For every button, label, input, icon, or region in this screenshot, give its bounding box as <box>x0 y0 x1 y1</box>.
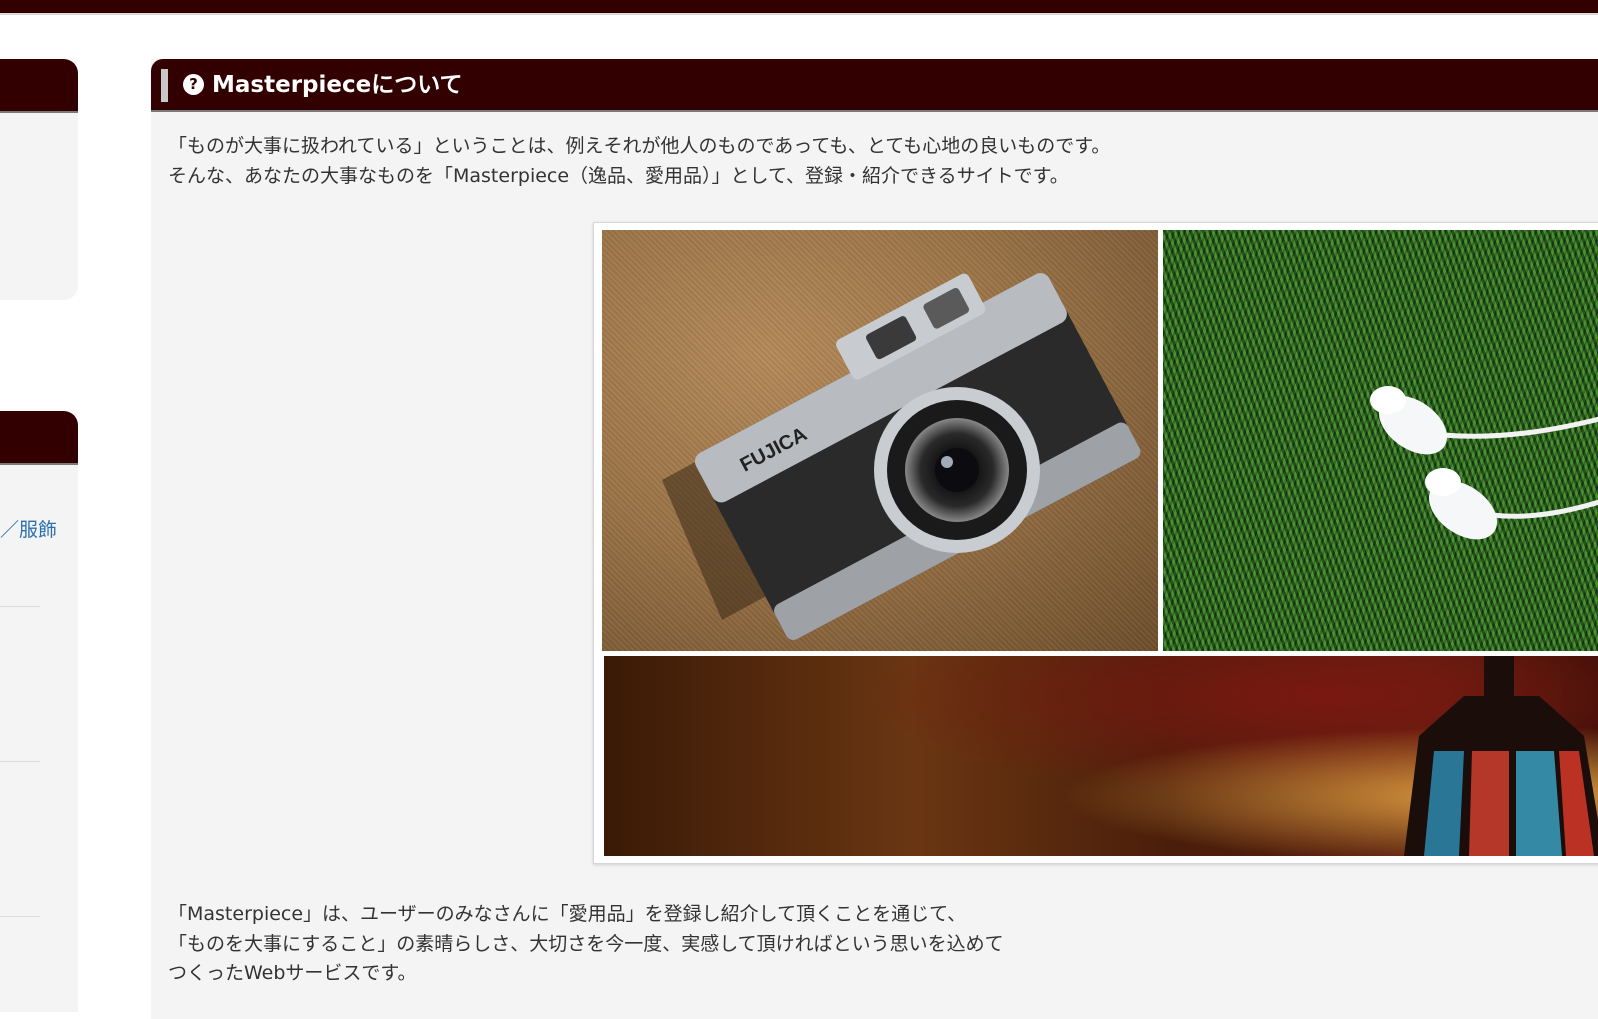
description-line: 「ものを大事にすること」の素晴らしさ、大切さを今一度、実感して頂ければという思い… <box>168 932 1004 955</box>
sidebar-divider <box>0 606 40 607</box>
earphones-illustration <box>1370 386 1598 540</box>
description-paragraph: 「Masterpiece」は、ユーザーのみなさんに「愛用品」を登録し紹介して頂く… <box>168 900 1004 989</box>
lantern-illustration <box>1404 656 1598 856</box>
sidebar-widget-1 <box>0 59 78 300</box>
intro-line: 「ものが大事に扱われている」ということは、例えそれが他人のものであっても、とても… <box>168 135 1111 157</box>
page-title: Masterpieceについて <box>212 72 463 98</box>
description-line: つくったWebサービスです。 <box>168 962 417 984</box>
camera-photo: FUJICA <box>602 230 1158 651</box>
camera-illustration: FUJICA <box>662 273 1141 640</box>
sidebar-divider <box>0 761 40 762</box>
intro-line: そんな、あなたの大事なものを「Masterpiece（逸品、愛用品）」として、登… <box>168 164 1069 187</box>
about-panel: ? Masterpieceについて 「ものが大事に扱われている」ということは、例… <box>151 59 1598 1019</box>
intro-paragraph: 「ものが大事に扱われている」ということは、例えそれが他人のものであっても、とても… <box>168 132 1110 191</box>
header-accent-bar <box>161 69 168 102</box>
about-panel-header: ? Masterpieceについて <box>151 59 1598 112</box>
help-circle-icon: ? <box>183 74 204 95</box>
photo-collage: FUJICA <box>593 222 1598 864</box>
sidebar-widget-2-header <box>0 411 78 465</box>
sidebar-widget-2: ／服飾 <box>0 411 78 1012</box>
description-line: 「Masterpiece」は、ユーザーのみなさんに「愛用品」を登録し紹介して頂く… <box>168 903 967 925</box>
sidebar-widget-1-header <box>0 59 78 113</box>
sidebar-category-link[interactable]: ／服飾 <box>0 515 57 542</box>
lantern-photo <box>604 656 1598 856</box>
top-bar-divider <box>0 13 1598 15</box>
sidebar-divider <box>0 916 40 917</box>
top-bar <box>0 0 1598 13</box>
earphones-on-grass-photo <box>1163 230 1598 651</box>
